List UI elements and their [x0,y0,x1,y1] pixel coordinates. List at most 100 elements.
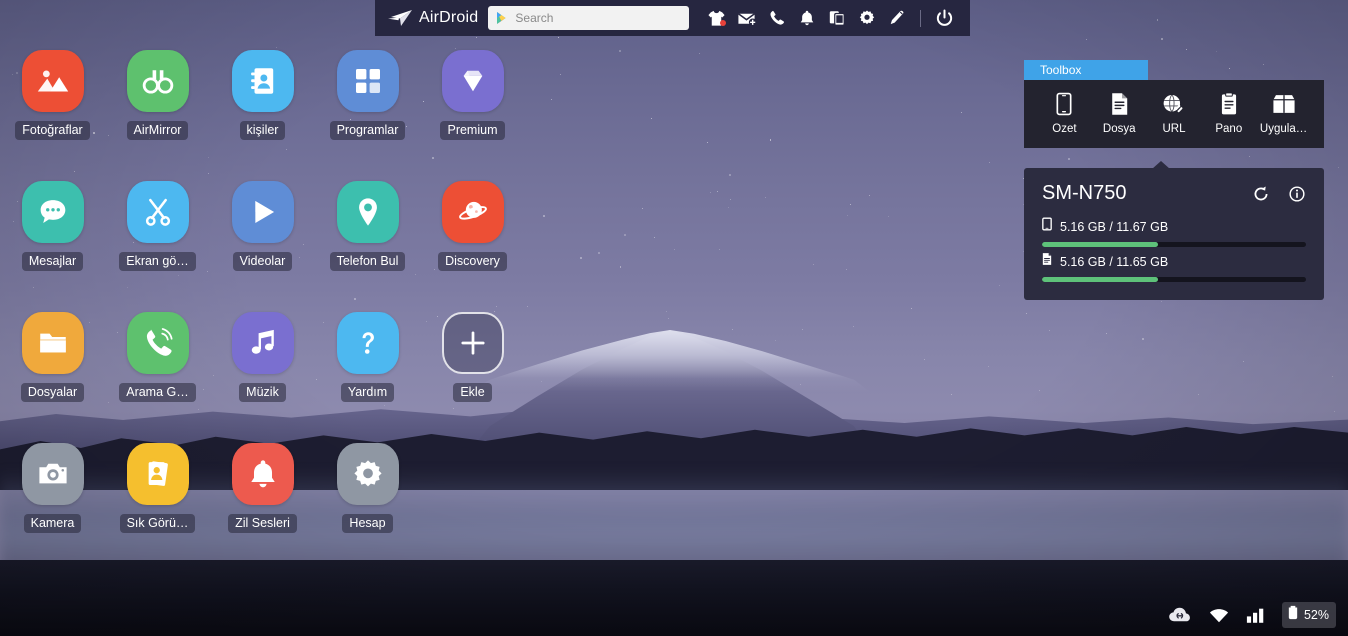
scissors-icon [126,181,189,243]
signal-bars-icon[interactable] [1246,607,1266,624]
wifi-icon[interactable] [1208,607,1230,624]
toolbox-item-label: Dosya [1102,123,1136,135]
storage-row: 5.16 GB / 11.67 GB [1042,217,1306,247]
photos-icon [21,50,84,112]
storage-bar-fill [1042,242,1159,247]
app-label: Ekran gö… [119,252,196,271]
app-icon-ringtone-bell[interactable]: Zil Sesleri [210,443,315,533]
toolbox-item-zet[interactable]: Özet [1038,90,1091,135]
phone-outline-icon [1054,90,1074,118]
app-label: Hesap [342,514,393,533]
app-icon-play[interactable]: Videolar [210,181,315,271]
app-label: AirMirror [126,121,189,140]
document-icon [1109,90,1130,118]
toolbox-item-label: URL [1162,123,1186,135]
plus-icon [441,312,504,374]
location-pin-icon [336,181,399,243]
device-storage: 5.16 GB / 11.67 GB 5.16 GB / 11.65 GB [1042,217,1306,282]
envelope-icon[interactable] [733,5,760,31]
app-label: Mesajlar [21,252,84,271]
info-icon[interactable] [1288,185,1306,203]
app-icon-plus[interactable]: Ekle [420,312,525,402]
toolbox-items: Özet Dosya URL Pano Uygula… [1024,80,1324,148]
app-icon-photos[interactable]: Fotoğraflar [0,50,105,140]
app-icon-camera[interactable]: Kamera [0,443,105,533]
battery-indicator[interactable]: 52% [1281,602,1336,628]
app-grid: Fotoğraflar AirMirror kişiler Programlar… [0,50,520,570]
clipboard-icon [1219,90,1239,118]
binoculars-icon [126,50,189,112]
toolbox-item-dosya[interactable]: Dosya [1093,90,1146,135]
tshirt-icon[interactable] [703,5,730,31]
cloud-link-icon[interactable] [1168,606,1192,624]
app-label: Dosyalar [20,383,85,402]
contacts-icon [231,50,294,112]
airdroid-arrow-icon [387,9,413,27]
search-input[interactable]: Search [515,11,553,25]
gear-icon[interactable] [853,5,880,31]
search-box[interactable]: Search [488,6,689,30]
storage-bar [1042,277,1306,282]
pencil-icon[interactable] [883,5,910,31]
battery-percent: 52% [1303,608,1329,622]
sdcard-storage-icon [1042,252,1052,271]
toolbox-panel: Toolbox Özet Dosya URL Pano Uygula… [1024,60,1324,148]
app-label: Zil Sesleri [228,514,297,533]
app-icon-contacts[interactable]: kişiler [210,50,315,140]
app-icon-location-pin[interactable]: Telefon Bul [315,181,420,271]
google-play-icon [496,11,508,25]
toolbox-item-uygula[interactable]: Uygula… [1257,90,1310,135]
toolbox-tab[interactable]: Toolbox [1024,60,1148,80]
folder-icon [21,312,84,374]
power-icon[interactable] [931,5,958,31]
toolbox-item-pano[interactable]: Pano [1202,90,1255,135]
phone-icon[interactable] [763,5,790,31]
storage-text: 5.16 GB / 11.65 GB [1060,254,1169,269]
app-icon-account-gear[interactable]: Hesap [315,443,420,533]
refresh-icon[interactable] [1252,185,1270,203]
storage-head: 5.16 GB / 11.65 GB [1042,252,1306,271]
toolbox-item-label: Pano [1215,123,1243,135]
app-label: Ekle [453,383,492,402]
package-box-icon [1272,90,1296,118]
app-label: Müzik [239,383,286,402]
app-icon-scissors[interactable]: Ekran gö… [105,181,210,271]
globe-link-icon [1162,90,1185,118]
storage-bar [1042,242,1306,247]
tshirt-badge [720,20,726,26]
app-icon-diamond[interactable]: Premium [420,50,525,140]
storage-row: 5.16 GB / 11.65 GB [1042,252,1306,282]
devices-icon[interactable] [823,5,850,31]
ringtone-bell-icon [231,443,294,505]
app-label: Premium [440,121,505,140]
app-label: kişiler [239,121,286,140]
app-label: Discovery [438,252,507,271]
app-label: Yardım [340,383,395,402]
app-label: Fotoğraflar [15,121,90,140]
device-card: SM-N750 5.16 GB / 11.67 GB 5.16 GB / 11.… [1024,161,1324,300]
app-icon-folder[interactable]: Dosyalar [0,312,105,402]
app-label: Arama G… [119,383,196,402]
airdroid-logo[interactable]: AirDroid [387,9,478,27]
app-icon-planet[interactable]: Discovery [420,181,525,271]
storage-head: 5.16 GB / 11.67 GB [1042,217,1306,236]
camera-icon [21,443,84,505]
apps-grid-icon [336,50,399,112]
app-icon-favorites[interactable]: Sık Görü… [105,443,210,533]
app-icon-question[interactable]: Yardım [315,312,420,402]
device-header: SM-N750 [1042,182,1306,205]
toolbox-tab-label: Toolbox [1040,63,1082,77]
app-icon-call-log[interactable]: Arama G… [105,312,210,402]
device-name: SM-N750 [1042,182,1127,204]
desktop-screen: AirDroid Search Fotoğraflar AirMirror ki… [0,0,1348,636]
app-icon-apps-grid[interactable]: Programlar [315,50,420,140]
airdroid-logo-text: AirDroid [419,9,479,26]
bell-icon[interactable] [793,5,820,31]
toolbar-divider [920,9,921,27]
app-label: Kamera [23,514,82,533]
app-icon-chat-bubble[interactable]: Mesajlar [0,181,105,271]
toolbox-item-url[interactable]: URL [1148,90,1201,135]
diamond-icon [441,50,504,112]
app-icon-music-note[interactable]: Müzik [210,312,315,402]
app-icon-binoculars[interactable]: AirMirror [105,50,210,140]
